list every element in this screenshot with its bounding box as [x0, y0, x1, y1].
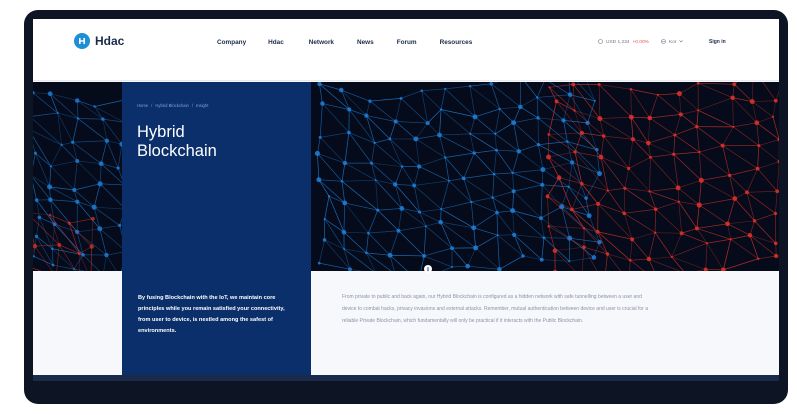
logo-icon: [74, 33, 90, 49]
intro-text: By fusing Blockchain with the IoT, we ma…: [138, 295, 285, 334]
intro-panel: Home / Hybrid Blockchain / Insight Hybri…: [122, 82, 311, 381]
globe-icon: [661, 39, 666, 46]
logo-text: Hdac: [95, 34, 125, 48]
price-ticker: USD 1,234 +0.00%: [598, 39, 649, 46]
browser-screen: Hdac Company Hdac Network News Forum Res…: [33, 19, 779, 381]
logo[interactable]: Hdac: [74, 33, 124, 49]
title-line: Blockchain: [137, 142, 217, 160]
title-line: Hybrid: [137, 123, 185, 141]
site-header: Hdac Company Hdac Network News Forum Res…: [33, 19, 779, 81]
nav-item-network[interactable]: Network: [309, 39, 334, 46]
chevron-down-icon: [679, 40, 684, 45]
breadcrumb: Home / Hybrid Blockchain / Insight: [137, 103, 208, 108]
breadcrumb-separator: /: [151, 103, 153, 108]
breadcrumb-item[interactable]: Hybrid Blockchain: [155, 103, 189, 108]
page-title: Hybrid Blockchain: [137, 123, 217, 161]
nav-item-forum[interactable]: Forum: [397, 39, 417, 46]
main-nav: Company Hdac Network News Forum Resource…: [217, 39, 472, 46]
nav-item-resources[interactable]: Resources: [440, 39, 473, 46]
language-label: Kor: [669, 40, 677, 45]
description-text: From private to public and back again, o…: [342, 294, 648, 324]
nav-item-hdac[interactable]: Hdac: [268, 39, 284, 46]
price-delta: +0.00%: [632, 40, 649, 45]
coin-icon: [598, 39, 603, 46]
nav-item-news[interactable]: News: [357, 39, 374, 46]
breadcrumb-item[interactable]: Home: [137, 103, 148, 108]
breadcrumb-separator: /: [191, 103, 194, 108]
language-selector[interactable]: Kor: [661, 39, 684, 46]
sign-in-link[interactable]: Sign in: [709, 39, 726, 45]
screen-edge: [33, 375, 779, 381]
nav-item-company[interactable]: Company: [217, 39, 246, 46]
breadcrumb-item[interactable]: Insight: [196, 103, 208, 108]
price-value: USD 1,234: [606, 40, 630, 45]
scroll-down-icon[interactable]: [424, 265, 432, 273]
